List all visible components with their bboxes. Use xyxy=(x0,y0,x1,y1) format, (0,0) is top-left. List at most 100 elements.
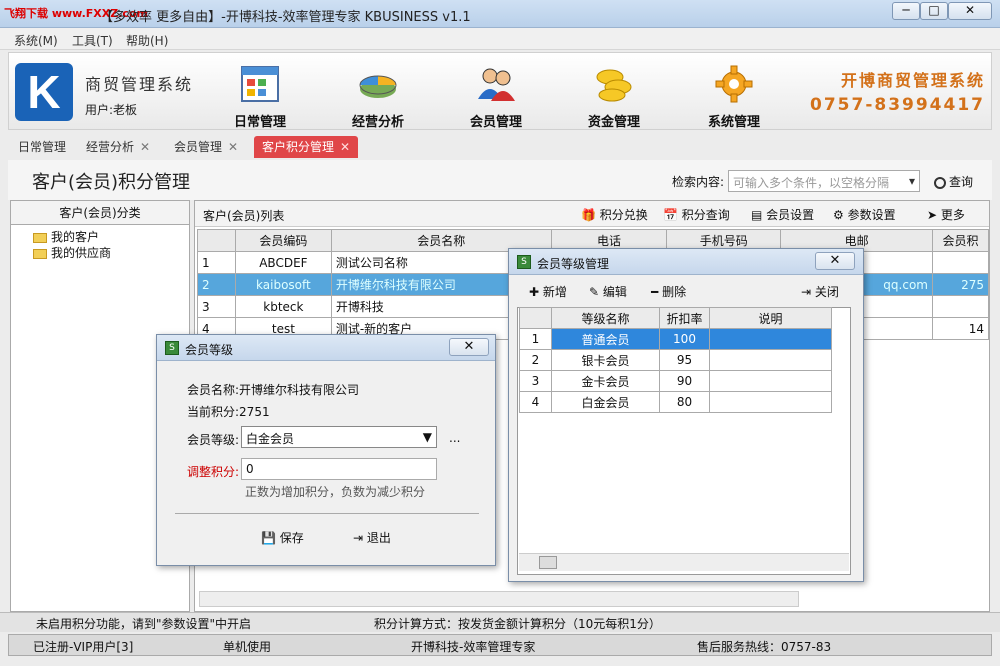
tab-member[interactable]: 会员管理 ✕ xyxy=(174,136,238,158)
redeem-points-button[interactable]: 🎁 积分兑换 xyxy=(581,206,648,223)
points-status: 未启用积分功能，请到"参数设置"中开启 xyxy=(36,617,252,631)
table-row[interactable]: 1 普通会员 100 xyxy=(519,328,832,350)
toolbar-funds[interactable]: 资金管理 xyxy=(569,55,659,130)
app-icon: S xyxy=(165,341,179,355)
tab-label: 客户积分管理 xyxy=(262,140,335,154)
level-more-button[interactable]: ... xyxy=(449,431,460,445)
main-toolbar: K 商贸管理系统 用户:老板 日常管理 经营分析 会员管理 资金管理 系统管理 … xyxy=(8,52,992,130)
member-list-header: 客户(会员)列表 🎁 积分兑换 📅 积分查询 ▤ 会员设置 ⚙ 参数设置 ➤ 更… xyxy=(195,201,989,227)
cell: kbteck xyxy=(234,295,332,318)
folder-icon xyxy=(33,232,47,243)
horizontal-scrollbar[interactable] xyxy=(519,553,849,571)
level-table: 等级名称 折扣率 说明 1 普通会员 100 2 银卡会员 95 3 金卡会员 90 4 白金会员… xyxy=(519,307,832,413)
minimize-button[interactable]: ─ xyxy=(892,2,920,20)
cell: 3 xyxy=(519,370,552,392)
col-header[interactable]: 折扣率 xyxy=(659,307,710,329)
col-header[interactable] xyxy=(197,229,236,252)
table-row[interactable]: 2 银卡会员 95 xyxy=(519,349,832,371)
cell xyxy=(931,251,990,274)
dialog-titlebar: S 会员等级 ✕ xyxy=(157,335,495,361)
button-label: 积分兑换 xyxy=(599,208,648,222)
dialog-title: 会员等级管理 xyxy=(537,257,610,271)
close-icon[interactable]: ✕ xyxy=(340,140,350,154)
pie-chart-icon xyxy=(359,75,397,98)
tab-strip: 日常管理 经营分析 ✕ 会员管理 ✕ 客户积分管理 ✕ xyxy=(8,134,992,158)
more-button[interactable]: ➤ 更多 xyxy=(927,206,965,223)
query-points-button[interactable]: 📅 积分查询 xyxy=(663,206,730,223)
maximize-button[interactable]: □ xyxy=(920,2,948,20)
cell: kaibosoft xyxy=(234,273,332,296)
member-settings-button[interactable]: ▤ 会员设置 xyxy=(751,206,814,223)
tab-analysis[interactable]: 经营分析 ✕ xyxy=(86,136,150,158)
toolbar-daily[interactable]: 日常管理 xyxy=(215,55,305,130)
app-name: 商贸管理系统 xyxy=(85,75,194,94)
exit-label: 退出 xyxy=(366,531,391,545)
tree-item-customers[interactable]: 我的客户 xyxy=(33,229,111,245)
edit-button[interactable]: ✎ 编辑 xyxy=(589,283,627,300)
cell xyxy=(709,328,832,350)
param-settings-button[interactable]: ⚙ 参数设置 xyxy=(833,206,896,223)
level-select[interactable]: 白金会员 ▼ xyxy=(241,426,437,448)
cell: 1 xyxy=(197,251,236,274)
button-label: 积分查询 xyxy=(681,208,730,222)
table-row[interactable]: 3 金卡会员 90 xyxy=(519,370,832,392)
status-bar-bottom: 已注册-VIP用户[3] 单机使用 开博科技-效率管理专家 售后服务热线：075… xyxy=(8,634,992,656)
adjust-value: 0 xyxy=(246,462,254,476)
name-row: 会员名称:开博维尔科技有限公司 xyxy=(187,381,359,398)
exit-button[interactable]: ⇥ 退出 xyxy=(353,529,391,546)
toolbar-member[interactable]: 会员管理 xyxy=(451,55,541,130)
current-user: 用户:老板 xyxy=(85,103,138,117)
tab-daily[interactable]: 日常管理 xyxy=(18,136,66,158)
cell: 95 xyxy=(659,349,710,371)
cell: 金卡会员 xyxy=(551,370,660,392)
cell: 白金会员 xyxy=(551,391,660,413)
status-bar-top: 未启用积分功能，请到"参数设置"中开启 积分计算方式：按发货金额计算积分（10元… xyxy=(0,612,1000,632)
current-points: 2751 xyxy=(239,405,270,419)
toolbar-analysis-label: 经营分析 xyxy=(351,115,404,130)
delete-button[interactable]: ━ 删除 xyxy=(651,283,686,300)
close-icon[interactable]: ✕ xyxy=(140,140,150,154)
close-icon[interactable]: ✕ xyxy=(228,140,238,154)
adjust-hint: 正数为增加积分，负数为减少积分 xyxy=(245,485,426,499)
gear-icon xyxy=(715,65,753,103)
tab-points[interactable]: 客户积分管理 ✕ xyxy=(254,136,359,158)
divider xyxy=(175,513,479,514)
brand-phone: 0757-83994417 xyxy=(810,95,985,115)
tree-item-suppliers[interactable]: 我的供应商 xyxy=(33,245,111,261)
menu-system[interactable]: 系统(M) xyxy=(14,32,58,49)
toolbar-member-label: 会员管理 xyxy=(469,115,522,130)
tree-item-label: 我的客户 xyxy=(51,230,100,244)
col-header[interactable]: 等级名称 xyxy=(551,307,660,329)
member-level-dialog: S 会员等级 ✕ 会员名称:开博维尔科技有限公司 当前积分:2751 会员等级:… xyxy=(156,334,496,566)
horizontal-scrollbar[interactable] xyxy=(199,591,799,607)
add-button[interactable]: ✚ 新增 xyxy=(529,283,567,300)
col-header[interactable] xyxy=(519,307,552,329)
col-header[interactable]: 说明 xyxy=(709,307,832,329)
toolbar-analysis[interactable]: 经营分析 xyxy=(333,55,423,130)
close-button[interactable]: ✕ xyxy=(948,2,992,20)
menu-tools[interactable]: 工具(T) xyxy=(72,32,113,49)
cell: 80 xyxy=(659,391,710,413)
table-header: 等级名称 折扣率 说明 xyxy=(519,307,832,329)
close-label: 关闭 xyxy=(814,285,839,299)
dialog-close-button[interactable]: ✕ xyxy=(449,338,489,356)
menu-help[interactable]: 帮助(H) xyxy=(126,32,168,49)
search-input[interactable]: 可输入多个条件，以空格分隔 ▾ xyxy=(728,170,920,192)
table-row[interactable]: 4 白金会员 80 xyxy=(519,391,832,413)
menu-bar: 系统(M) 工具(T) 帮助(H) xyxy=(0,28,1000,50)
adjust-points-input[interactable]: 0 xyxy=(241,458,437,480)
cell: 275 xyxy=(931,273,990,296)
dialog-close-button[interactable]: ✕ xyxy=(815,252,855,270)
cell: 3 xyxy=(197,295,236,318)
search-button[interactable]: 查询 xyxy=(934,173,973,190)
cell: 银卡会员 xyxy=(551,349,660,371)
close-dialog-button[interactable]: ⇥ 关闭 xyxy=(801,283,839,300)
col-header[interactable]: 会员积 xyxy=(931,229,990,252)
plus-icon: ✚ xyxy=(529,285,540,299)
col-header[interactable]: 会员编码 xyxy=(234,229,332,252)
scroll-thumb[interactable] xyxy=(539,556,557,569)
toolbar-system[interactable]: 系统管理 xyxy=(689,55,779,130)
save-button[interactable]: 💾 保存 xyxy=(261,529,304,546)
delete-label: 删除 xyxy=(662,285,687,299)
button-label: 更多 xyxy=(940,208,965,222)
